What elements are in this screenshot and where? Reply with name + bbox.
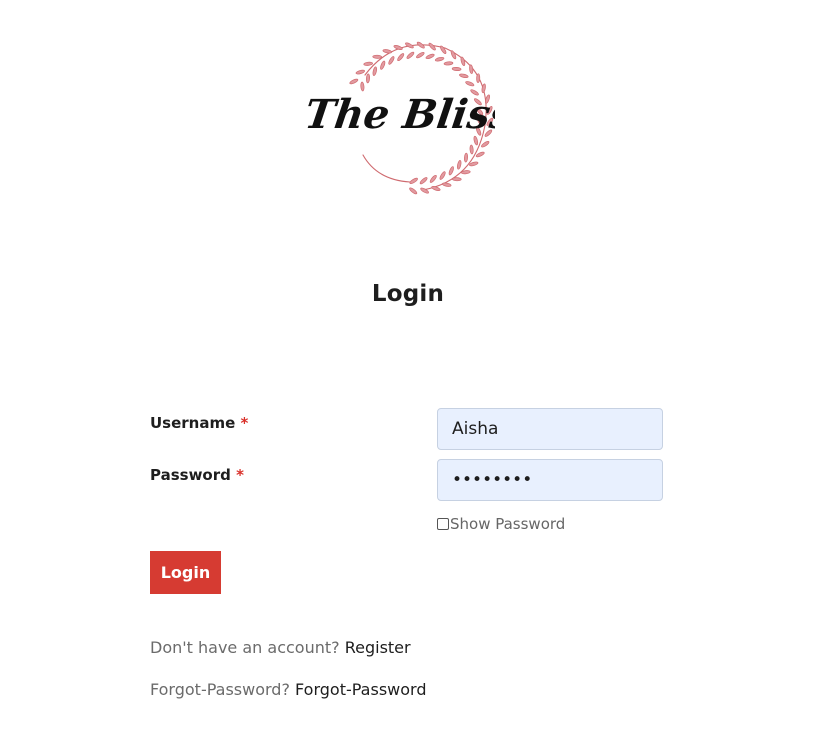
wreath-leaf xyxy=(448,166,454,176)
wreath-leaf xyxy=(355,69,365,75)
wreath-leaf xyxy=(393,44,403,51)
register-link[interactable]: Register xyxy=(345,638,411,657)
wreath-leaf xyxy=(440,45,447,54)
wreath-leaf xyxy=(429,174,437,183)
wreath-leaf xyxy=(360,81,365,92)
wreath-leaf xyxy=(465,81,475,87)
wreath-leaf xyxy=(363,61,374,66)
wreath-leaf xyxy=(451,177,462,182)
wreath-leaf xyxy=(481,141,490,148)
wreath-leaf xyxy=(409,187,418,195)
wreath-leaf xyxy=(419,177,428,185)
wreath-leaf xyxy=(349,78,359,85)
wreath-leaf xyxy=(406,51,415,59)
wreath-leaf xyxy=(416,52,425,59)
wreath-leaf xyxy=(428,42,436,51)
wreath-leaf xyxy=(469,64,474,75)
show-password-label: Show Password xyxy=(450,515,566,533)
wreath-leaf xyxy=(441,182,452,187)
forgot-password-link[interactable]: Forgot-Password xyxy=(295,680,426,699)
required-marker: * xyxy=(240,414,249,432)
wreath-leaf xyxy=(366,73,370,84)
show-password-toggle[interactable]: Show Password xyxy=(437,515,565,533)
password-label-text: Password xyxy=(150,466,231,484)
brand-logo: The Bliss xyxy=(305,30,495,200)
password-input[interactable] xyxy=(437,459,663,501)
wreath-leaf xyxy=(372,66,378,76)
wreath-leaf xyxy=(425,53,435,60)
wreath-leaf xyxy=(475,151,485,158)
register-prompt: Don't have an account? xyxy=(150,638,340,657)
wreath-leaf xyxy=(456,160,462,170)
forgot-password-prompt: Forgot-Password? xyxy=(150,680,290,699)
wreath-leaf xyxy=(434,56,445,62)
wreath-leaf xyxy=(451,67,462,71)
login-button[interactable]: Login xyxy=(150,551,221,594)
logo-text: The Bliss xyxy=(305,91,495,138)
wreath-leaf xyxy=(382,49,393,54)
register-line: Don't have an account? Register xyxy=(150,638,411,657)
wreath-leaf xyxy=(420,187,429,194)
wreath-leaf xyxy=(450,50,457,60)
wreath-leaf xyxy=(443,61,454,66)
wreath-logo-icon: The Bliss xyxy=(305,41,495,195)
wreath-leaf xyxy=(405,42,414,49)
password-label: Password * xyxy=(150,466,244,484)
required-marker: * xyxy=(236,466,244,484)
wreath-leaf xyxy=(397,53,405,62)
wreath-leaf xyxy=(476,73,481,84)
page-title: Login xyxy=(371,281,445,307)
forgot-password-line: Forgot-Password? Forgot-Password xyxy=(150,680,426,699)
show-password-checkbox[interactable] xyxy=(437,518,449,530)
wreath-leaf xyxy=(464,152,468,163)
wreath-leaf xyxy=(372,54,383,59)
wreath-leaf xyxy=(439,171,446,180)
wreath-leaf xyxy=(409,177,418,184)
wreath-leaf xyxy=(460,56,466,66)
username-label-text: Username xyxy=(150,414,236,432)
wreath-leaf xyxy=(380,60,386,70)
username-input[interactable] xyxy=(437,408,663,450)
wreath-leaf xyxy=(388,56,395,65)
username-label: Username * xyxy=(150,414,248,432)
wreath-leaf xyxy=(469,144,474,155)
wreath-leaf xyxy=(459,73,469,79)
